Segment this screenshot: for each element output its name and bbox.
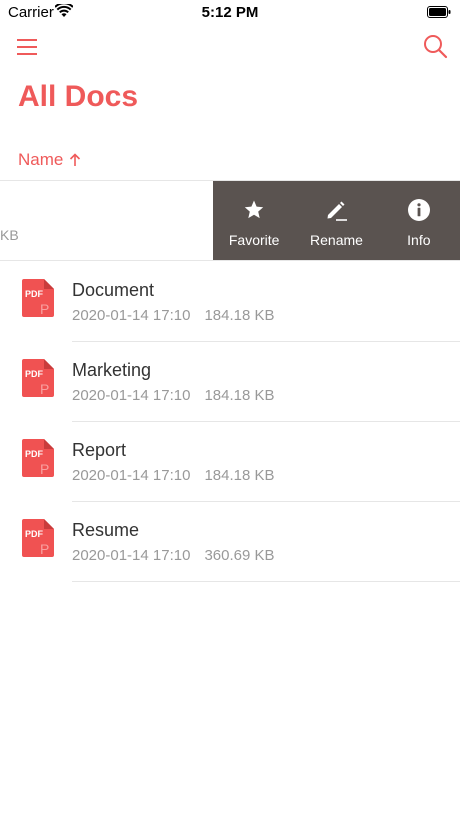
pdf-file-icon: PDF P xyxy=(22,279,54,317)
pdf-file-icon: PDF P xyxy=(22,439,54,477)
document-name: Document xyxy=(72,280,155,300)
document-size: 184.18 KB xyxy=(204,307,275,324)
page-title: All Docs xyxy=(18,80,139,113)
document-date: 2020-01-14 17:10 xyxy=(72,547,191,564)
document-row[interactable]: PDF P Marketing 2020-01-14 17:10 184.18 K… xyxy=(0,342,460,422)
document-size: 184.18 KB xyxy=(204,467,275,484)
svg-text:PDF: PDF xyxy=(25,529,44,539)
document-size: 184.18 KB xyxy=(204,387,275,404)
sort-label: Name xyxy=(18,150,64,169)
svg-text:PDF: PDF xyxy=(25,369,44,379)
document-date: 2020-01-14 17:10 xyxy=(72,307,191,324)
pdf-file-icon: PDF P xyxy=(22,359,54,397)
divider xyxy=(72,581,460,582)
status-bar: Carrier 5:12 PM xyxy=(0,0,460,26)
svg-text:P: P xyxy=(40,541,49,557)
svg-text:P: P xyxy=(40,301,49,317)
document-list: PDF P Document 2020-01-14 17:10 184.18 KB… xyxy=(0,262,460,582)
svg-text:P: P xyxy=(40,461,49,477)
rename-label: Rename xyxy=(310,232,363,248)
battery-icon xyxy=(427,6,451,18)
swiped-row-size: KB xyxy=(0,227,19,243)
info-label: Info xyxy=(407,232,431,248)
star-icon xyxy=(244,200,264,219)
document-name: Marketing xyxy=(72,360,152,380)
clock: 5:12 PM xyxy=(201,4,259,21)
rename-button[interactable]: Rename xyxy=(295,181,377,260)
document-name: Report xyxy=(72,440,127,460)
search-icon[interactable] xyxy=(422,33,448,59)
hamburger-icon[interactable] xyxy=(17,38,37,56)
document-date: 2020-01-14 17:10 xyxy=(72,387,191,404)
favorite-label: Favorite xyxy=(228,232,280,248)
swipe-actions: Favorite Rename Info xyxy=(213,181,460,260)
divider xyxy=(0,260,460,261)
svg-text:P: P xyxy=(40,381,49,397)
info-icon xyxy=(407,199,430,221)
svg-text:PDF: PDF xyxy=(25,289,44,299)
document-meta: 2020-01-14 17:10 184.18 KB xyxy=(72,307,275,324)
document-row[interactable]: PDF P Resume 2020-01-14 17:10 360.69 KB xyxy=(0,502,460,582)
document-meta: 2020-01-14 17:10 184.18 KB xyxy=(72,387,275,404)
swiped-document-row[interactable]: KB Favorite Rename Info xyxy=(0,181,460,260)
document-row[interactable]: PDF P Report 2020-01-14 17:10 184.18 KB xyxy=(0,422,460,502)
document-meta: 2020-01-14 17:10 360.69 KB xyxy=(72,547,275,564)
favorite-button[interactable]: Favorite xyxy=(213,181,295,260)
sort-control[interactable]: Name xyxy=(18,150,81,170)
document-name: Resume xyxy=(72,520,140,540)
document-date: 2020-01-14 17:10 xyxy=(72,467,191,484)
svg-text:PDF: PDF xyxy=(25,449,44,459)
document-size: 360.69 KB xyxy=(204,547,275,564)
pencil-icon xyxy=(327,201,348,221)
info-button[interactable]: Info xyxy=(378,181,460,260)
document-row[interactable]: PDF P Document 2020-01-14 17:10 184.18 KB xyxy=(0,262,460,342)
arrow-up-icon xyxy=(70,153,81,166)
pdf-file-icon: PDF P xyxy=(22,519,54,557)
document-meta: 2020-01-14 17:10 184.18 KB xyxy=(72,467,275,484)
